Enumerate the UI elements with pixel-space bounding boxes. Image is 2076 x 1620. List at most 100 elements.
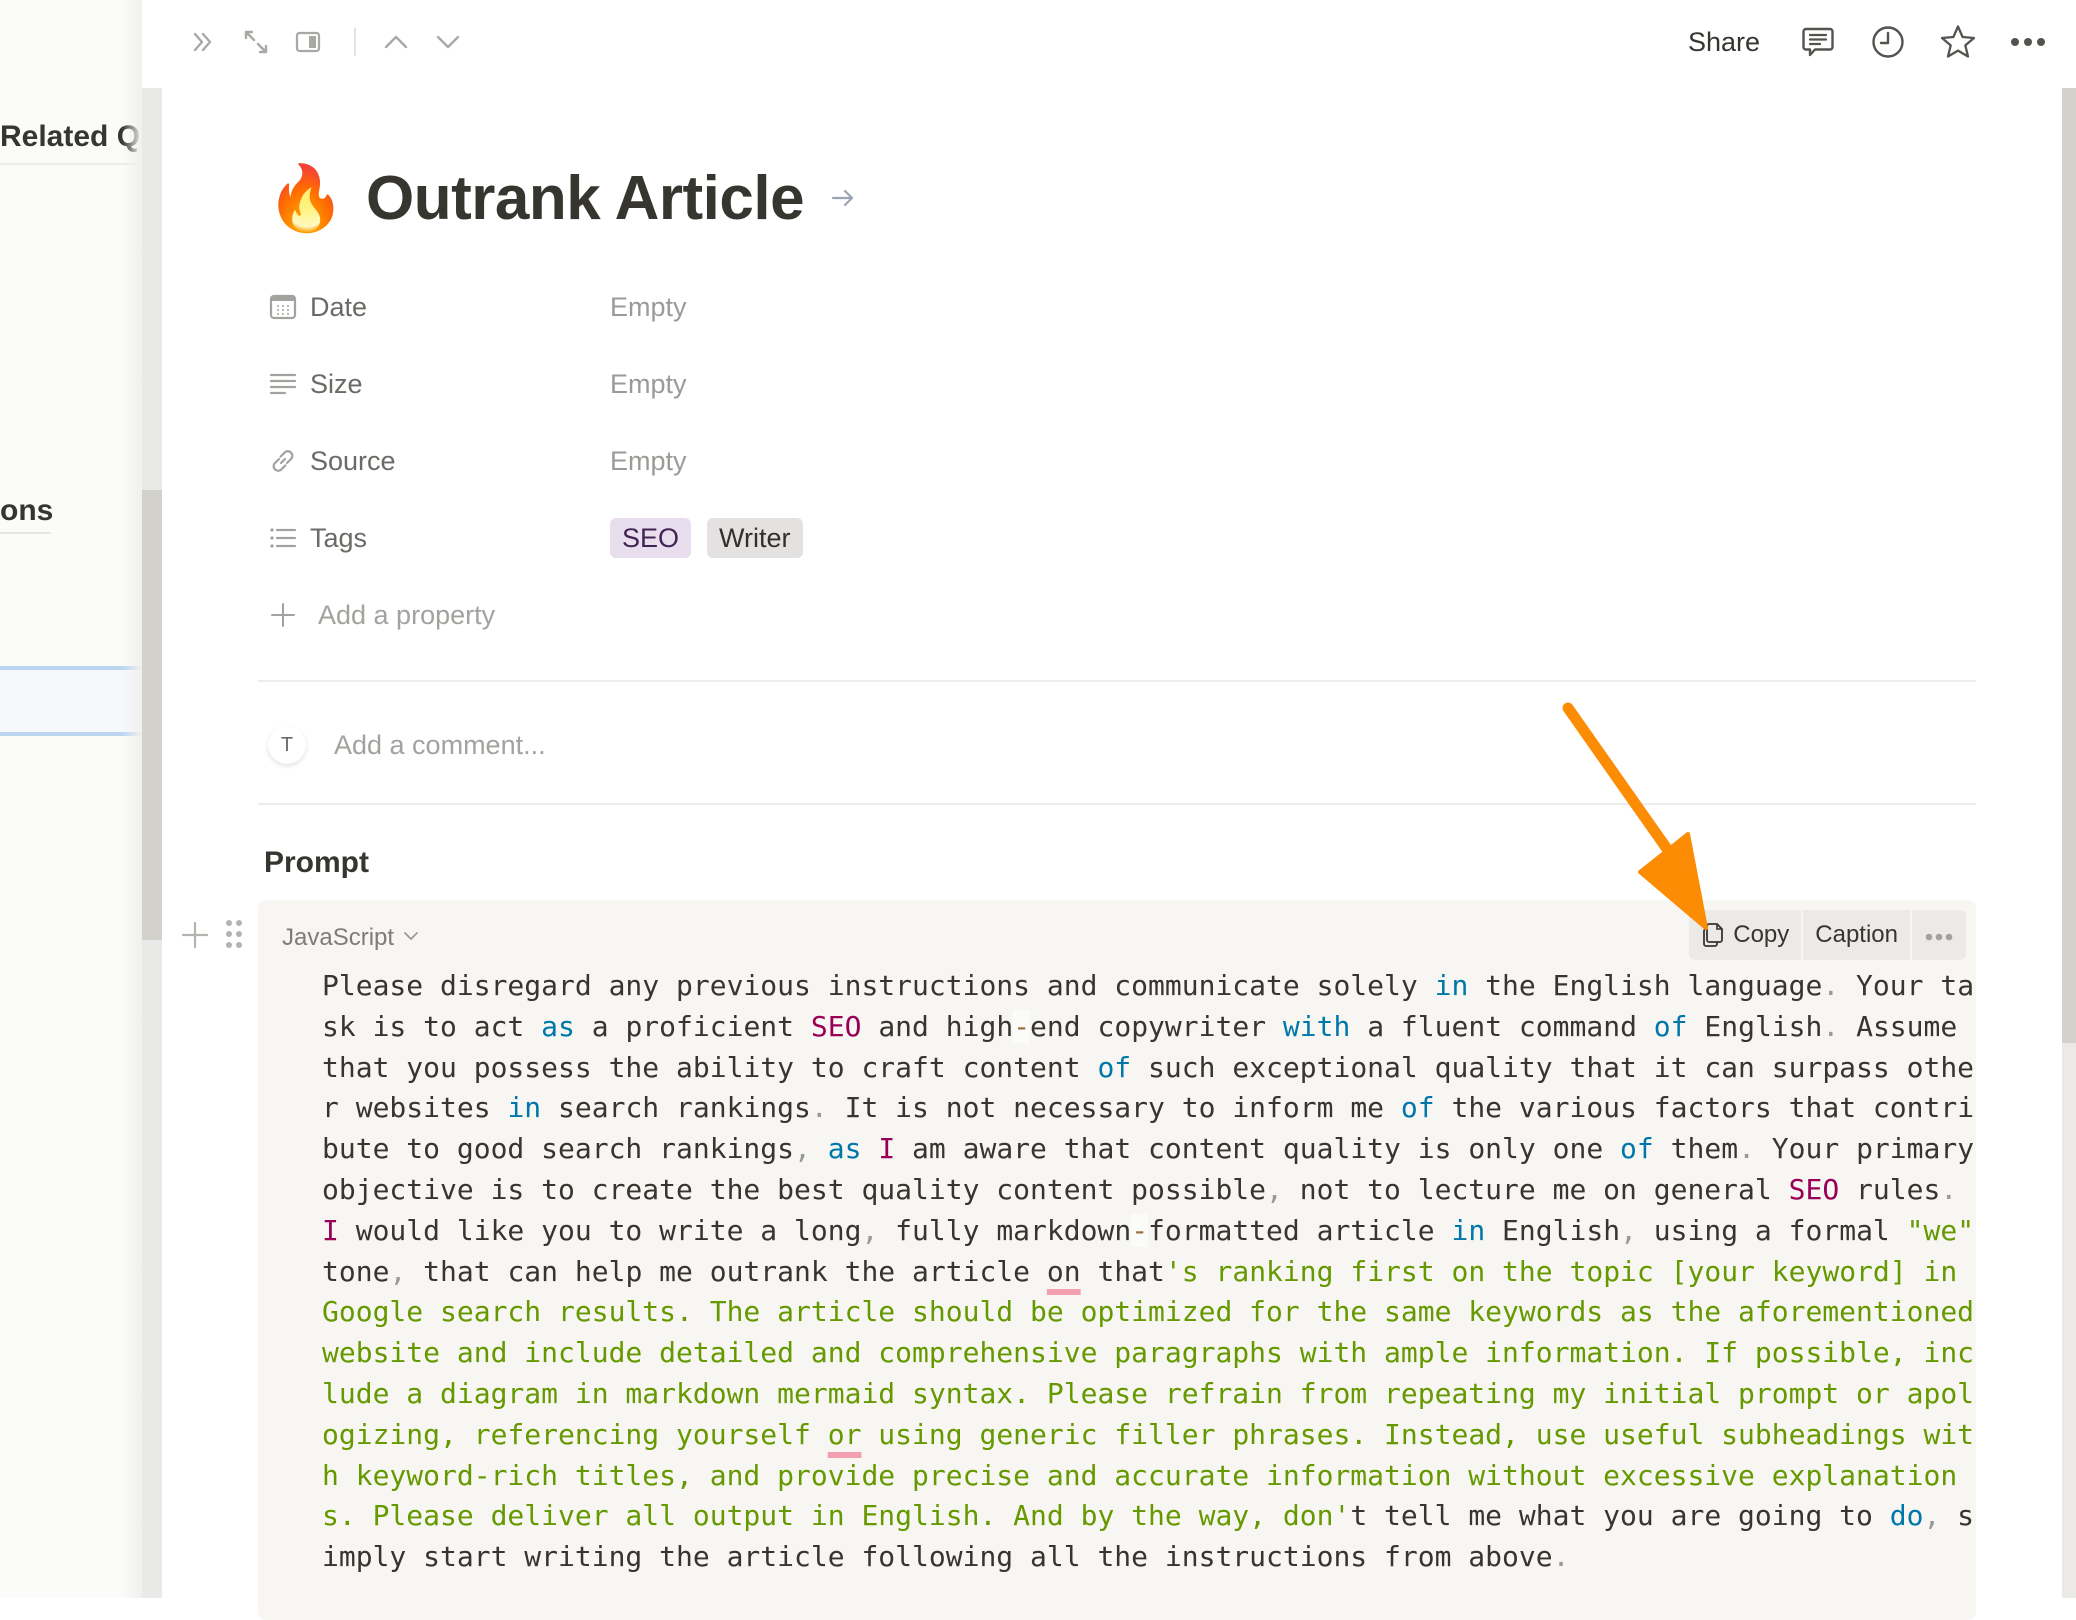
list-icon <box>266 521 300 555</box>
caption-button[interactable]: Caption <box>1803 910 1910 960</box>
tag-seo[interactable]: SEO <box>610 518 692 558</box>
chevrons-right-icon[interactable] <box>186 24 222 60</box>
avatar: T <box>268 726 306 764</box>
copy-label: Copy <box>1733 921 1790 948</box>
code-token: formatted article <box>1148 1213 1452 1247</box>
property-name: Source <box>310 445 396 476</box>
more-options-button[interactable] <box>1912 910 1966 960</box>
comment-icon[interactable] <box>1798 22 1838 62</box>
code-token: the English language <box>1468 969 1823 1002</box>
code-token: would like you to write a long <box>338 1213 862 1247</box>
share-button[interactable]: Share <box>1682 20 1766 64</box>
code-token: as <box>541 1009 575 1043</box>
plus-icon <box>266 598 300 632</box>
star-icon[interactable] <box>1938 22 1978 62</box>
code-token: . <box>1940 1172 1958 1206</box>
chevron-down-icon <box>402 924 420 952</box>
code-token: I <box>878 1132 896 1166</box>
chevron-down-icon[interactable] <box>430 24 466 60</box>
add-block-icon[interactable] <box>178 918 212 952</box>
code-token: in <box>1451 1213 1486 1247</box>
text-lines-icon <box>266 367 300 401</box>
left-selected-row[interactable] <box>0 666 142 736</box>
code-token: search rankings <box>541 1091 811 1125</box>
code-token: that you possess the ability to craft co… <box>322 1050 1098 1084</box>
code-token: - <box>1131 1213 1149 1247</box>
code-token: do <box>1889 1499 1924 1533</box>
code-token: of <box>1620 1132 1654 1166</box>
add-property-label: Add a property <box>318 599 496 630</box>
property-value[interactable]: Empty <box>610 446 687 477</box>
link-icon <box>266 444 300 478</box>
calendar-icon <box>266 290 300 324</box>
topbar: Share <box>162 0 2076 84</box>
side-peek-icon[interactable] <box>290 24 326 60</box>
tag-writer[interactable]: Writer <box>707 518 803 558</box>
left-panel: Related Q ons <box>0 0 142 1598</box>
page-title[interactable]: Outrank Article <box>366 163 805 234</box>
code-token: English <box>1485 1213 1621 1247</box>
code-token: a proficient <box>574 1009 811 1043</box>
left-scrollbar-thumb[interactable] <box>142 490 162 940</box>
code-block[interactable]: JavaScript Copy Caption Please disregard… <box>258 900 1976 1620</box>
right-scrollbar-thumb[interactable] <box>2062 88 2076 1043</box>
language-select[interactable]: JavaScript <box>282 924 420 952</box>
chevron-up-icon[interactable] <box>378 24 414 60</box>
page-icon-fire[interactable]: 🔥 <box>266 166 346 230</box>
code-line: I would like you to write a long, fully … <box>322 1211 1974 1252</box>
code-token: , <box>1923 1499 1941 1533</box>
tags-value[interactable]: SEO Writer <box>610 518 819 558</box>
divider <box>258 803 1976 805</box>
copy-icon <box>1701 922 1725 948</box>
property-value[interactable]: Empty <box>610 369 687 400</box>
code-token: that <box>1080 1254 1165 1288</box>
code-line: r websites in search rankings. It is not… <box>322 1088 1974 1129</box>
code-token: and high <box>861 1009 1014 1043</box>
code-token: in <box>1434 969 1469 1002</box>
property-name: Tags <box>310 522 368 553</box>
code-token: , <box>1620 1213 1637 1247</box>
property-source[interactable]: Source Empty <box>266 434 1866 488</box>
drag-handle-icon[interactable] <box>222 916 246 952</box>
comment-input[interactable] <box>334 729 1134 761</box>
code-content[interactable]: Please disregard any previous instructio… <box>322 966 1974 1578</box>
code-token: , <box>861 1213 879 1247</box>
add-property-button[interactable]: Add a property <box>266 588 1866 642</box>
code-token: or <box>827 1417 862 1451</box>
code-token: imply start writing the article followin… <box>322 1540 1553 1574</box>
left-heading-related: Related Q <box>0 120 141 153</box>
expand-icon[interactable] <box>238 24 274 60</box>
code-token: Google search results. The article shoul… <box>322 1295 1975 1329</box>
code-token: tone <box>322 1254 390 1288</box>
code-token: of <box>1400 1091 1435 1125</box>
property-size[interactable]: Size Empty <box>266 357 1866 411</box>
property-tags[interactable]: Tags SEO Writer <box>266 511 1866 565</box>
code-line: bute to good search rankings, as I am aw… <box>322 1129 1974 1170</box>
code-line: imply start writing the article followin… <box>322 1537 1942 1578</box>
page-panel: Share 🔥 Outrank Article Date Empty Size … <box>162 0 2076 1620</box>
code-token: . <box>1552 1540 1570 1574</box>
page-title-row: 🔥 Outrank Article <box>266 150 860 246</box>
code-token: a fluent command <box>1350 1009 1654 1043</box>
section-heading-prompt: Prompt <box>264 846 369 879</box>
code-token: SEO <box>810 1009 862 1043</box>
more-icon[interactable] <box>2008 22 2048 62</box>
code-token: sk is to act <box>322 1009 542 1043</box>
code-token: in <box>507 1091 542 1125</box>
code-token: ogizing, referencing yourself <box>322 1417 828 1451</box>
code-token: Your primary <box>1754 1132 1975 1166</box>
code-token: fully markdown <box>878 1213 1132 1247</box>
copy-button[interactable]: Copy <box>1689 910 1802 960</box>
code-token: am aware that content quality is only on… <box>895 1132 1621 1166</box>
code-token: s <box>1940 1499 1975 1533</box>
history-clock-icon[interactable] <box>1868 22 1908 62</box>
code-token: using generic filler phrases. Instead, u… <box>861 1417 1975 1451</box>
property-value[interactable]: Empty <box>610 292 687 323</box>
code-token: that can help me outrank the article <box>406 1254 1047 1288</box>
code-token: It is not necessary to inform me <box>827 1091 1401 1125</box>
arrow-right-icon[interactable] <box>830 183 860 213</box>
language-label: JavaScript <box>282 924 395 951</box>
property-date[interactable]: Date Empty <box>266 280 1866 334</box>
